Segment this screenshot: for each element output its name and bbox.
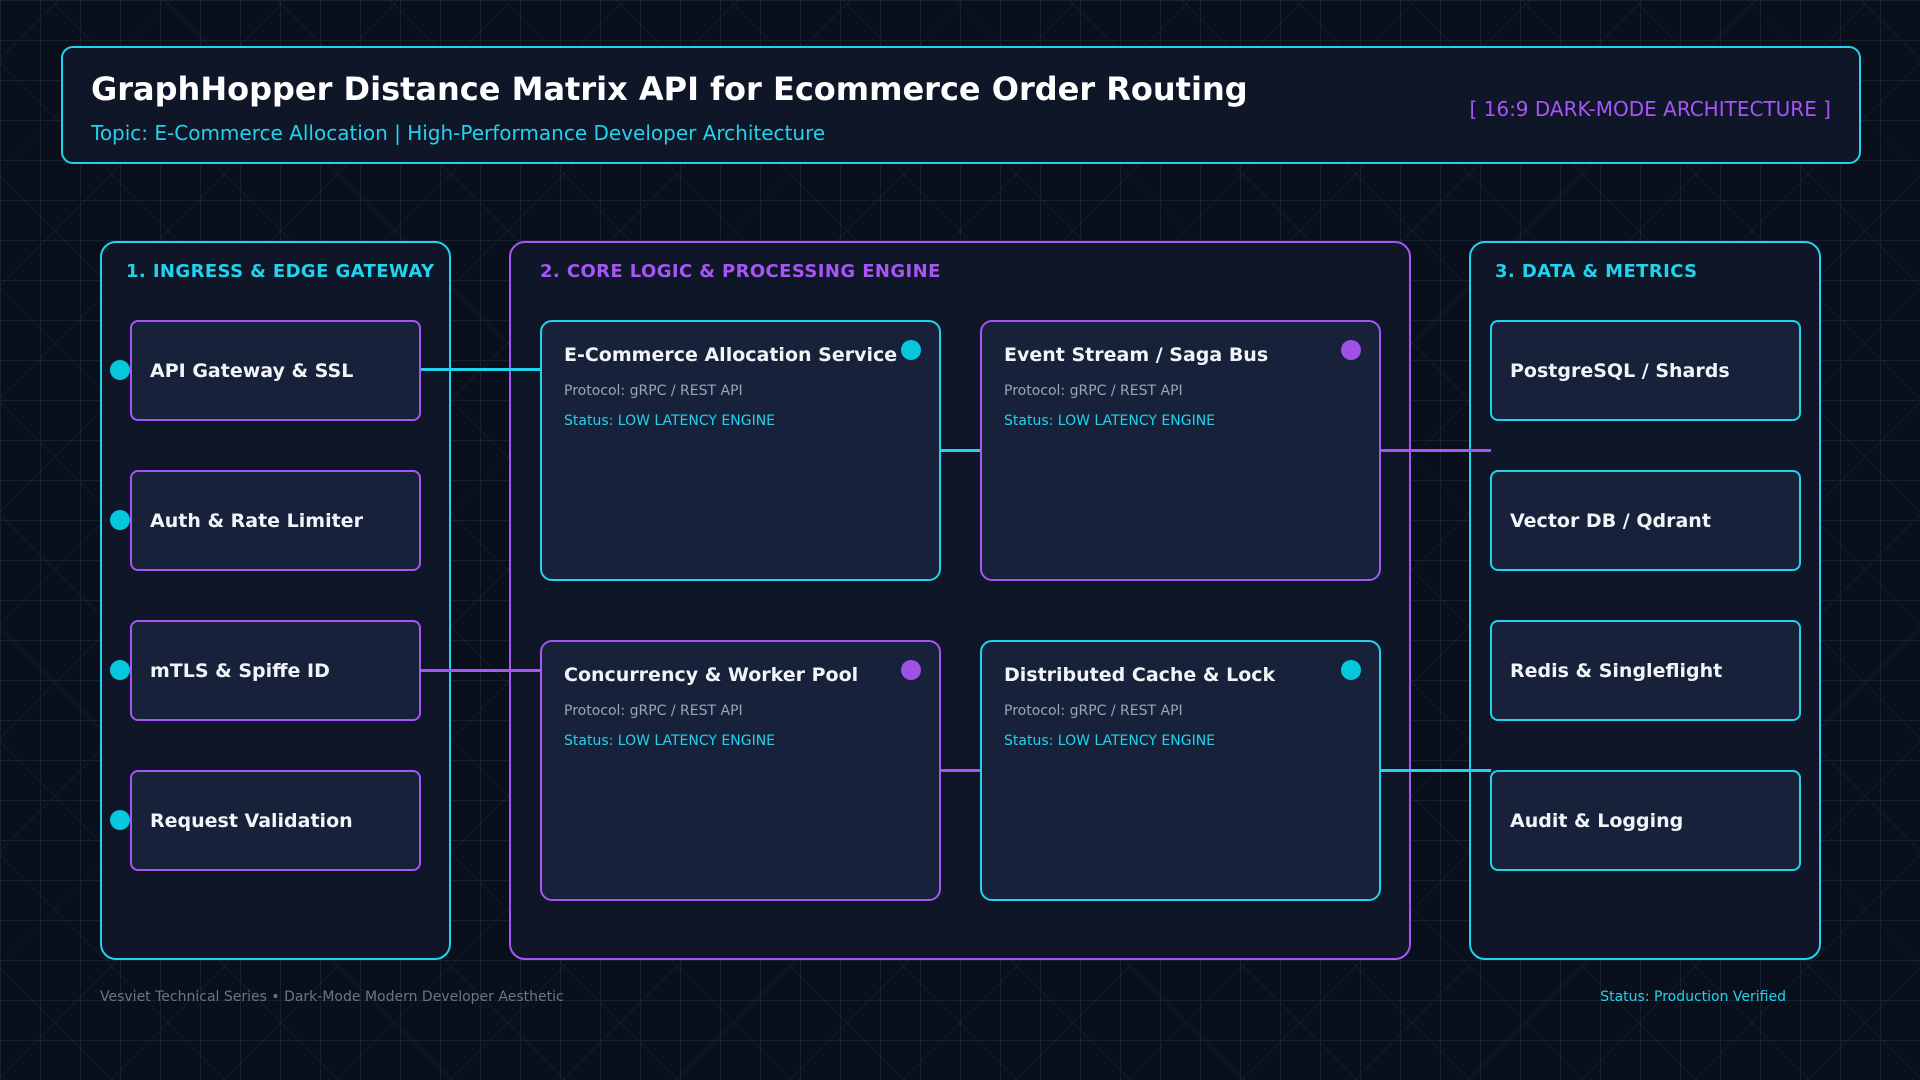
footer-status: Status: Production Verified (1600, 989, 1786, 1005)
ingress-item-label: Request Validation (150, 809, 353, 832)
connector-event-stream-to-data (1379, 449, 1491, 452)
architecture-diagram: GraphHopper Distance Matrix API for Ecom… (0, 0, 1920, 1080)
ingress-section-title: 1. INGRESS & EDGE GATEWAY (126, 261, 435, 282)
data-item-label: Redis & Singleflight (1510, 659, 1723, 682)
card-protocol: Protocol: gRPC / REST API (564, 703, 743, 719)
ingress-status-dot (110, 810, 130, 830)
data-item-redis[interactable]: Redis & Singleflight (1490, 620, 1801, 721)
data-item-audit-logging[interactable]: Audit & Logging (1490, 770, 1801, 871)
architecture-badge: [ 16:9 DARK-MODE ARCHITECTURE ] (1469, 97, 1831, 121)
card-status: Status: LOW LATENCY ENGINE (564, 733, 776, 749)
ingress-item-mtls-spiffe[interactable]: mTLS & Spiffe ID (130, 620, 421, 721)
ingress-item-request-validation[interactable]: Request Validation (130, 770, 421, 871)
card-status-dot (1341, 340, 1361, 360)
connector-mtls-to-worker-pool (419, 669, 541, 672)
ingress-status-dot (110, 660, 130, 680)
ingress-item-api-gateway[interactable]: API Gateway & SSL (130, 320, 421, 421)
ingress-item-label: Auth & Rate Limiter (150, 509, 363, 532)
ingress-item-label: API Gateway & SSL (150, 359, 354, 382)
card-status-dot (901, 660, 921, 680)
card-protocol: Protocol: gRPC / REST API (1004, 703, 1183, 719)
data-item-label: Vector DB / Qdrant (1510, 509, 1711, 532)
ingress-status-dot (110, 510, 130, 530)
card-status: Status: LOW LATENCY ENGINE (1004, 733, 1216, 749)
connector-cache-to-audit (1379, 769, 1491, 772)
page-subtitle: Topic: E-Commerce Allocation | High-Perf… (91, 121, 826, 145)
card-status-dot (901, 340, 921, 360)
ingress-item-auth-rate-limiter[interactable]: Auth & Rate Limiter (130, 470, 421, 571)
card-allocation-service[interactable]: E-Commerce Allocation Service Protocol: … (540, 320, 941, 581)
card-title: Distributed Cache & Lock (1004, 664, 1276, 686)
data-item-label: PostgreSQL / Shards (1510, 359, 1730, 382)
card-status: Status: LOW LATENCY ENGINE (1004, 413, 1216, 429)
card-protocol: Protocol: gRPC / REST API (564, 383, 743, 399)
connector-worker-pool-to-cache (939, 769, 981, 772)
connector-gateway-to-allocation (419, 368, 541, 371)
footer-credit: Vesviet Technical Series • Dark-Mode Mod… (100, 989, 564, 1005)
card-event-stream[interactable]: Event Stream / Saga Bus Protocol: gRPC /… (980, 320, 1381, 581)
data-item-postgresql[interactable]: PostgreSQL / Shards (1490, 320, 1801, 421)
card-protocol: Protocol: gRPC / REST API (1004, 383, 1183, 399)
data-section-title: 3. DATA & METRICS (1495, 261, 1698, 282)
card-worker-pool[interactable]: Concurrency & Worker Pool Protocol: gRPC… (540, 640, 941, 901)
connector-allocation-to-event-stream (939, 449, 981, 452)
page-title: GraphHopper Distance Matrix API for Ecom… (91, 70, 1248, 108)
card-title: E-Commerce Allocation Service (564, 344, 898, 366)
ingress-item-label: mTLS & Spiffe ID (150, 659, 330, 682)
card-title: Event Stream / Saga Bus (1004, 344, 1269, 366)
data-item-label: Audit & Logging (1510, 809, 1684, 832)
header-panel: GraphHopper Distance Matrix API for Ecom… (61, 46, 1861, 164)
data-item-vector-db[interactable]: Vector DB / Qdrant (1490, 470, 1801, 571)
card-title: Concurrency & Worker Pool (564, 664, 859, 686)
card-status-dot (1341, 660, 1361, 680)
card-distributed-cache[interactable]: Distributed Cache & Lock Protocol: gRPC … (980, 640, 1381, 901)
card-status: Status: LOW LATENCY ENGINE (564, 413, 776, 429)
core-section-title: 2. CORE LOGIC & PROCESSING ENGINE (540, 261, 941, 282)
ingress-status-dot (110, 360, 130, 380)
